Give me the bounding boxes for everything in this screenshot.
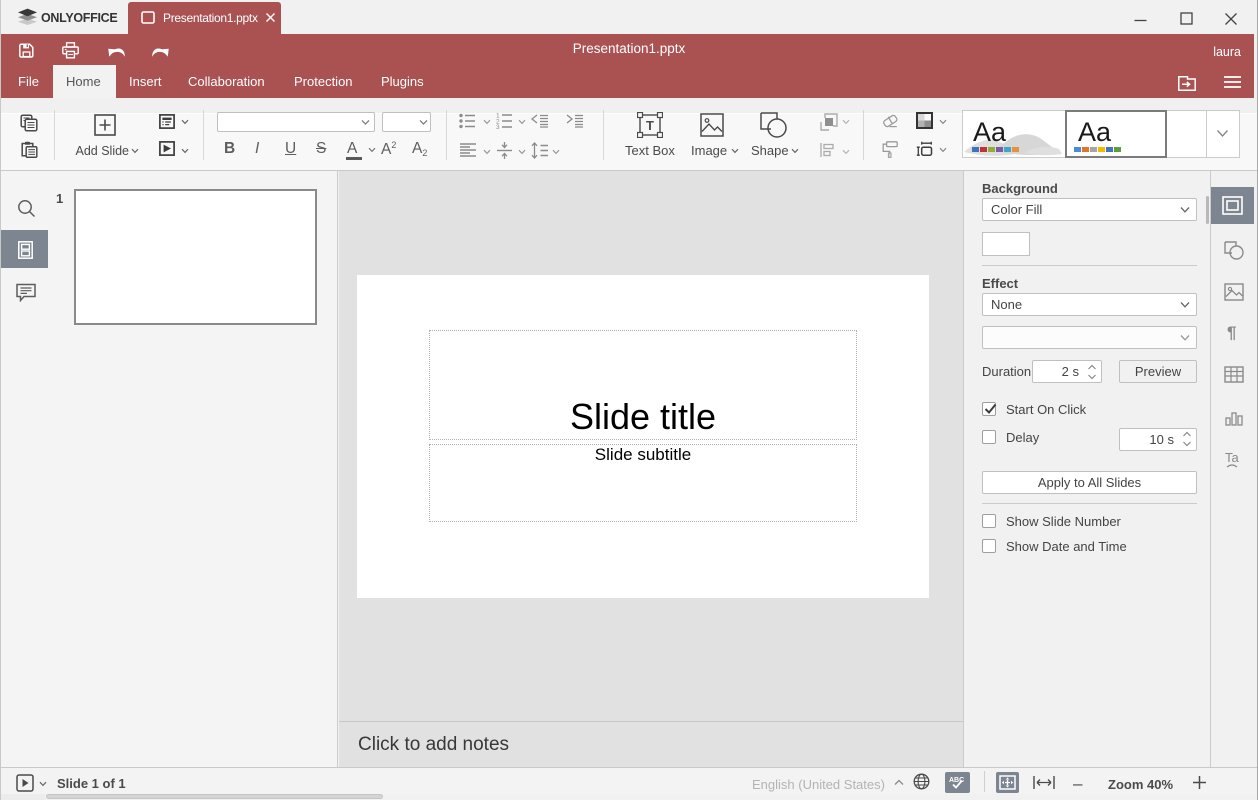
svg-text:T: T	[646, 118, 654, 133]
svg-text:3: 3	[496, 124, 500, 129]
svg-text:Ta: Ta	[1225, 450, 1240, 465]
